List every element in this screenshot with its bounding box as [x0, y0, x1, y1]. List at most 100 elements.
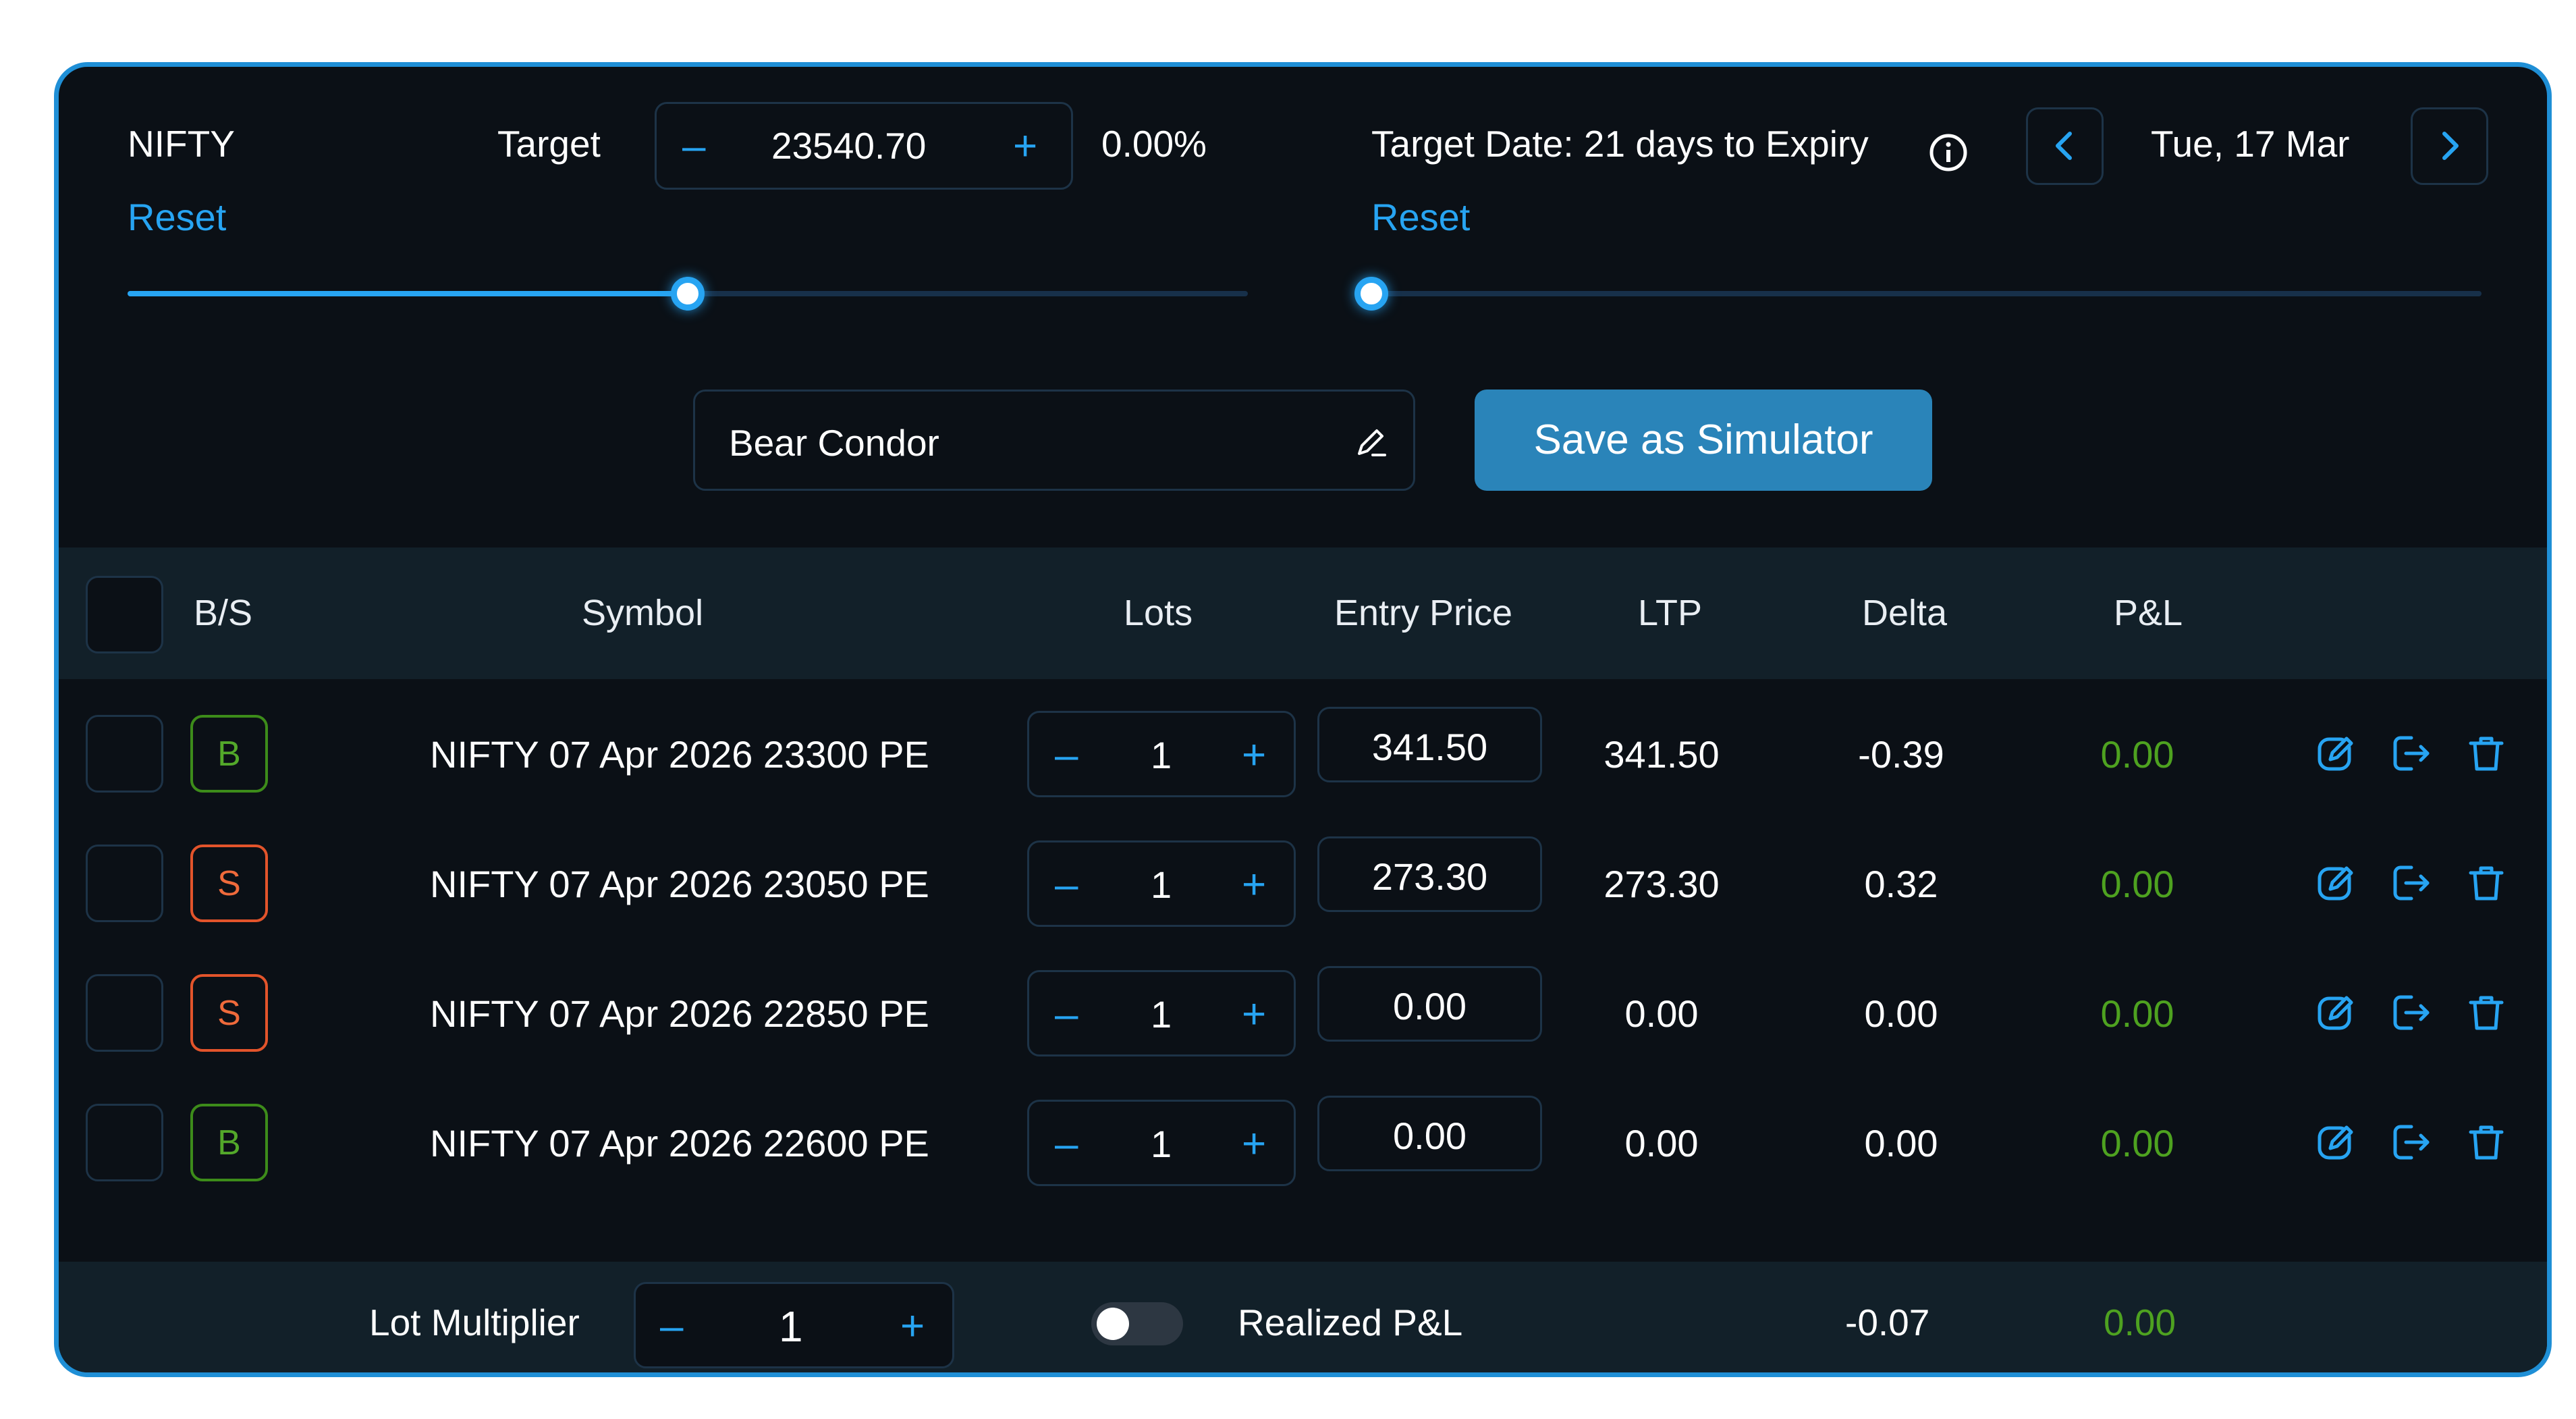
row-checkbox[interactable] — [86, 845, 163, 922]
row-symbol: NIFTY 07 Apr 2026 23300 PE — [430, 733, 929, 776]
save-as-simulator-button[interactable]: Save as Simulator — [1475, 390, 1932, 491]
table-row: B NIFTY 07 Apr 2026 23300 PE – 1 +341.50 341.… — [59, 707, 2547, 816]
entry-price-input[interactable]: 273.30 — [1317, 836, 1542, 912]
row-ltp: 0.00 — [1624, 1122, 1699, 1164]
row-ltp: 341.50 — [1604, 733, 1720, 776]
row-checkbox[interactable] — [86, 974, 163, 1052]
target-decrement-button[interactable]: – — [682, 126, 705, 167]
date-reset-link[interactable]: Reset — [1371, 195, 1470, 239]
target-date-label: Target Date: 21 days to Expiry — [1371, 123, 1869, 165]
table-row: S NIFTY 07 Apr 2026 22850 PE – 1 +0.00 0.00 0.… — [59, 966, 2547, 1075]
lots-increment-button[interactable]: + — [1242, 1123, 1266, 1165]
pencil-icon[interactable] — [1350, 423, 1390, 463]
entry-price-value: 341.50 — [1371, 726, 1488, 768]
lot-multiplier-decrement-button[interactable]: – — [660, 1306, 683, 1347]
table-row: B NIFTY 07 Apr 2026 22600 PE – 1 +0.00 0.00 0.… — [59, 1096, 2547, 1205]
header-pnl: P&L — [2114, 593, 2183, 633]
lots-decrement-button[interactable]: – — [1055, 864, 1078, 906]
header-ltp: LTP — [1638, 593, 1703, 633]
target-increment-button[interactable]: + — [1013, 126, 1037, 167]
header-bs: B/S — [194, 593, 253, 633]
lots-stepper: – 1 + — [1027, 970, 1296, 1056]
strategy-name-value: Bear Condor — [729, 422, 939, 464]
date-slider[interactable] — [1371, 291, 2482, 296]
buy-sell-toggle[interactable]: B — [190, 1104, 268, 1181]
entry-price-value: 0.00 — [1393, 1115, 1467, 1157]
exit-icon[interactable] — [2387, 859, 2434, 907]
date-slider-handle[interactable] — [1354, 277, 1388, 311]
header-lots: Lots — [1124, 593, 1193, 633]
realized-pnl-toggle[interactable] — [1091, 1302, 1183, 1345]
exit-icon[interactable] — [2387, 730, 2434, 777]
table-row: S NIFTY 07 Apr 2026 23050 PE – 1 +273.30 273.… — [59, 836, 2547, 946]
lots-value[interactable]: 1 — [1151, 733, 1172, 777]
realized-pnl-label: Realized P&L — [1238, 1302, 1463, 1343]
row-ltp: 0.00 — [1624, 992, 1699, 1035]
row-delta: 0.32 — [1864, 863, 1938, 905]
target-reset-link[interactable]: Reset — [128, 195, 226, 239]
row-ltp: 273.30 — [1604, 863, 1720, 905]
lots-decrement-button[interactable]: – — [1055, 994, 1078, 1036]
chevron-left-icon — [2056, 132, 2072, 160]
target-value-input[interactable]: 23540.70 — [771, 124, 926, 167]
lot-multiplier-increment-button[interactable]: + — [900, 1306, 925, 1347]
lots-value[interactable]: 1 — [1151, 863, 1172, 907]
lot-multiplier-label: Lot Multiplier — [369, 1302, 580, 1343]
total-delta: -0.07 — [1845, 1302, 1930, 1343]
row-pnl: 0.00 — [2100, 1122, 2174, 1164]
edit-icon[interactable] — [2313, 859, 2360, 907]
exit-icon[interactable] — [2387, 1119, 2434, 1166]
total-pnl: 0.00 — [2104, 1302, 2176, 1343]
entry-price-input[interactable]: 0.00 — [1317, 966, 1542, 1042]
prev-date-button[interactable] — [2026, 107, 2104, 185]
edit-icon[interactable] — [2313, 730, 2360, 777]
strategy-simulator-panel: NIFTY Target – 23540.70 + 0.00% Reset Ta… — [54, 62, 2552, 1377]
lots-increment-button[interactable]: + — [1242, 994, 1266, 1036]
lots-stepper: – 1 + — [1027, 1100, 1296, 1186]
buy-sell-toggle[interactable]: S — [190, 974, 268, 1052]
lots-stepper: – 1 + — [1027, 711, 1296, 797]
target-slider-handle[interactable] — [671, 277, 705, 311]
trash-icon[interactable] — [2463, 989, 2510, 1036]
header-entry-price: Entry Price — [1334, 593, 1513, 633]
lots-increment-button[interactable]: + — [1242, 734, 1266, 776]
trash-icon[interactable] — [2463, 859, 2510, 907]
entry-price-input[interactable]: 341.50 — [1317, 707, 1542, 782]
lots-decrement-button[interactable]: – — [1055, 734, 1078, 776]
row-checkbox[interactable] — [86, 1104, 163, 1181]
exit-icon[interactable] — [2387, 989, 2434, 1036]
row-delta: 0.00 — [1864, 992, 1938, 1035]
row-checkbox[interactable] — [86, 715, 163, 793]
row-delta: -0.39 — [1858, 733, 1944, 776]
target-stepper: – 23540.70 + — [655, 102, 1073, 190]
header-symbol: Symbol — [582, 593, 704, 633]
trash-icon[interactable] — [2463, 1119, 2510, 1166]
edit-icon[interactable] — [2313, 1119, 2360, 1166]
select-all-checkbox[interactable] — [86, 576, 163, 653]
buy-sell-toggle[interactable]: S — [190, 845, 268, 922]
lots-value[interactable]: 1 — [1151, 992, 1172, 1036]
lot-multiplier-value[interactable]: 1 — [779, 1302, 803, 1351]
row-delta: 0.00 — [1864, 1122, 1938, 1164]
lots-decrement-button[interactable]: – — [1055, 1123, 1078, 1165]
underlying-symbol: NIFTY — [128, 123, 235, 165]
row-symbol: NIFTY 07 Apr 2026 22600 PE — [430, 1122, 929, 1164]
strategy-name-field[interactable]: Bear Condor — [693, 390, 1415, 491]
next-date-button[interactable] — [2411, 107, 2488, 185]
lots-value[interactable]: 1 — [1151, 1122, 1172, 1166]
target-date-value: Tue, 17 Mar — [2151, 123, 2350, 165]
entry-price-input[interactable]: 0.00 — [1317, 1096, 1542, 1171]
table-footer: Lot Multiplier – 1 + Realized P&L -0.07 … — [59, 1262, 2547, 1372]
toggle-knob — [1097, 1308, 1129, 1340]
buy-sell-toggle[interactable]: B — [190, 715, 268, 793]
row-pnl: 0.00 — [2100, 992, 2174, 1035]
lots-stepper: – 1 + — [1027, 840, 1296, 927]
lots-increment-button[interactable]: + — [1242, 864, 1266, 906]
row-symbol: NIFTY 07 Apr 2026 22850 PE — [430, 992, 929, 1035]
info-icon[interactable] — [1928, 132, 1969, 173]
trash-icon[interactable] — [2463, 730, 2510, 777]
row-symbol: NIFTY 07 Apr 2026 23050 PE — [430, 863, 929, 905]
target-change-pct: 0.00% — [1101, 123, 1207, 165]
table-header: B/S Symbol Lots Entry Price LTP Delta P&… — [59, 547, 2547, 679]
edit-icon[interactable] — [2313, 989, 2360, 1036]
